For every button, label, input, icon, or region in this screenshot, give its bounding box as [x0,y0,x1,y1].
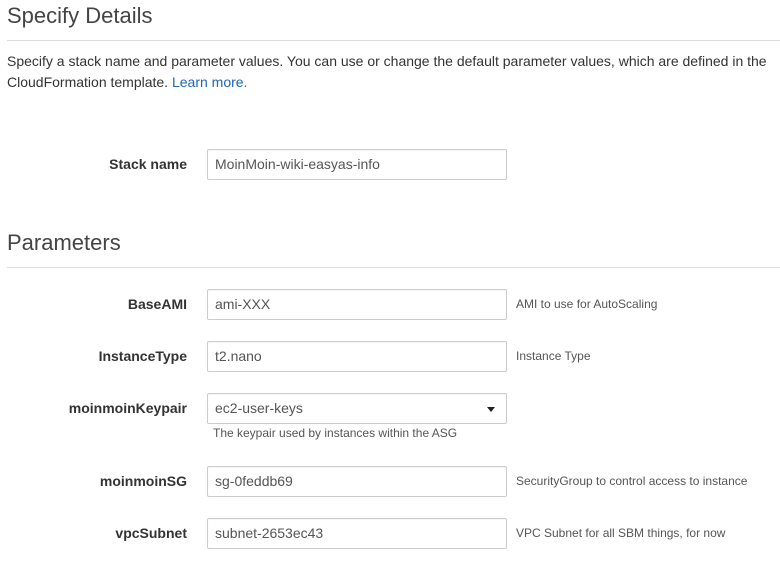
vpc-subnet-hint: VPC Subnet for all SBM things, for now [516,526,726,540]
vpc-subnet-input[interactable]: subnet-2653ec43 [207,518,507,549]
details-divider [7,40,780,41]
stack-name-input[interactable]: MoinMoin-wiki-easyas-info [207,149,507,180]
specify-details-page: Specify Details Specify a stack name and… [0,0,780,579]
keypair-selected-value: ec2-user-keys [215,400,303,416]
description-line-2-text: CloudFormation template. [7,74,169,90]
vpc-subnet-row: vpcSubnet subnet-2653ec43 VPC Subnet for… [0,518,780,549]
instance-type-hint: Instance Type [516,349,591,363]
instance-type-input[interactable]: t2.nano [207,341,507,372]
parameters-divider [7,267,780,268]
security-group-input[interactable]: sg-0feddb69 [207,466,507,497]
keypair-row: moinmoinKeypair ec2-user-keys [0,393,780,424]
vpc-subnet-label: vpcSubnet [115,525,187,541]
base-ami-input[interactable]: ami-XXX [207,289,507,320]
stack-name-label: Stack name [109,156,187,172]
caret-down-icon [487,407,495,412]
description-line-1: Specify a stack name and parameter value… [7,53,767,69]
keypair-label: moinmoinKeypair [68,400,187,416]
keypair-select[interactable]: ec2-user-keys [207,393,507,424]
description-line-2: CloudFormation template. Learn more. [7,72,780,93]
security-group-row: moinmoinSG sg-0feddb69 SecurityGroup to … [0,466,780,497]
parameters-heading: Parameters [7,230,121,255]
base-ami-label: BaseAMI [127,296,187,312]
details-description: Specify a stack name and parameter value… [7,51,780,93]
learn-more-link[interactable]: Learn more. [172,74,247,90]
keypair-hint: The keypair used by instances within the… [213,426,458,440]
security-group-hint: SecurityGroup to control access to insta… [516,474,748,488]
base-ami-row: BaseAMI ami-XXX AMI to use for AutoScali… [0,289,780,320]
instance-type-label: InstanceType [98,348,187,364]
stack-name-row: Stack name MoinMoin-wiki-easyas-info [0,149,780,180]
instance-type-row: InstanceType t2.nano Instance Type [0,341,780,372]
security-group-label: moinmoinSG [99,473,187,489]
base-ami-hint: AMI to use for AutoScaling [516,297,658,311]
specify-details-heading: Specify Details [7,3,153,28]
